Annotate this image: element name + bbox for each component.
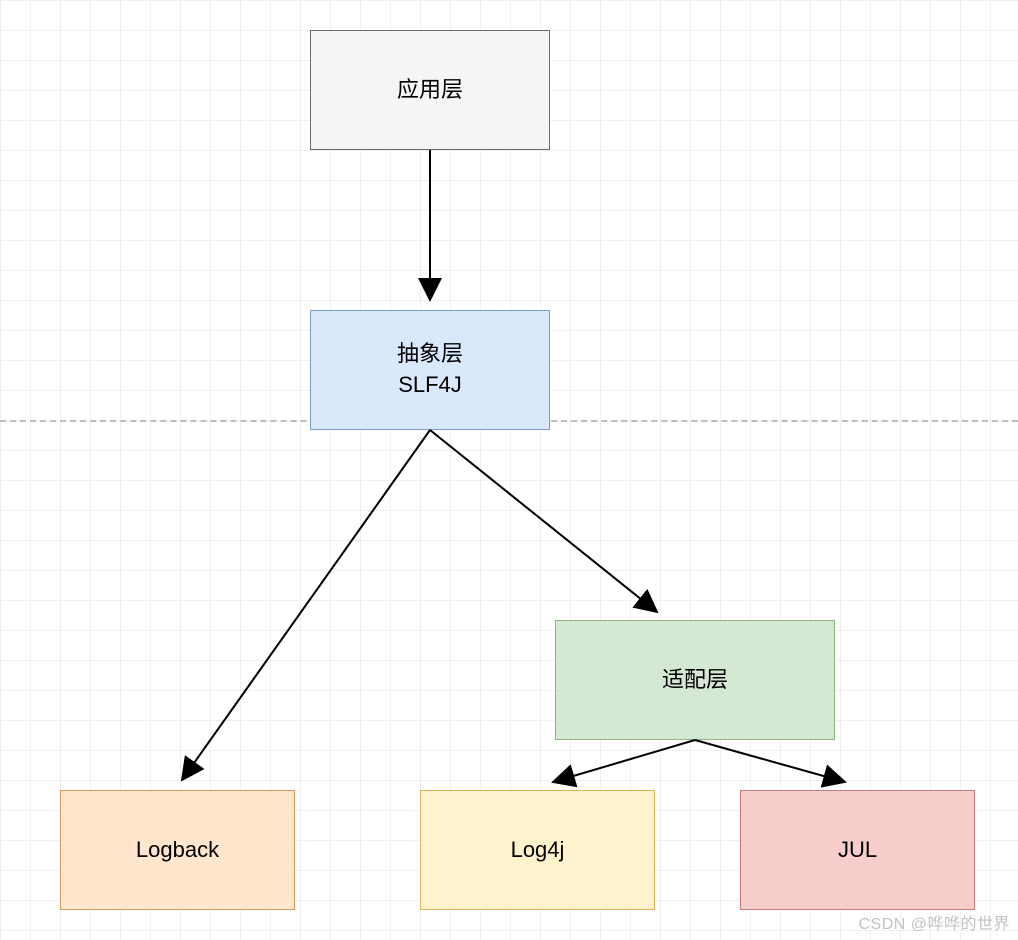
node-label: Log4j [511, 835, 565, 866]
node-application-layer: 应用层 [310, 30, 550, 150]
node-jul: JUL [740, 790, 975, 910]
node-label: JUL [838, 835, 877, 866]
node-label: 适配层 [662, 665, 728, 696]
node-adapter-layer: 适配层 [555, 620, 835, 740]
node-label-line2: SLF4J [397, 370, 463, 401]
node-label: 应用层 [397, 75, 463, 106]
node-abstract-layer: 抽象层 SLF4J [310, 310, 550, 430]
node-label-line1: 抽象层 [397, 339, 463, 370]
node-label: Logback [136, 835, 219, 866]
watermark: CSDN @哗哗的世界 [858, 910, 1010, 934]
node-logback: Logback [60, 790, 295, 910]
node-log4j: Log4j [420, 790, 655, 910]
